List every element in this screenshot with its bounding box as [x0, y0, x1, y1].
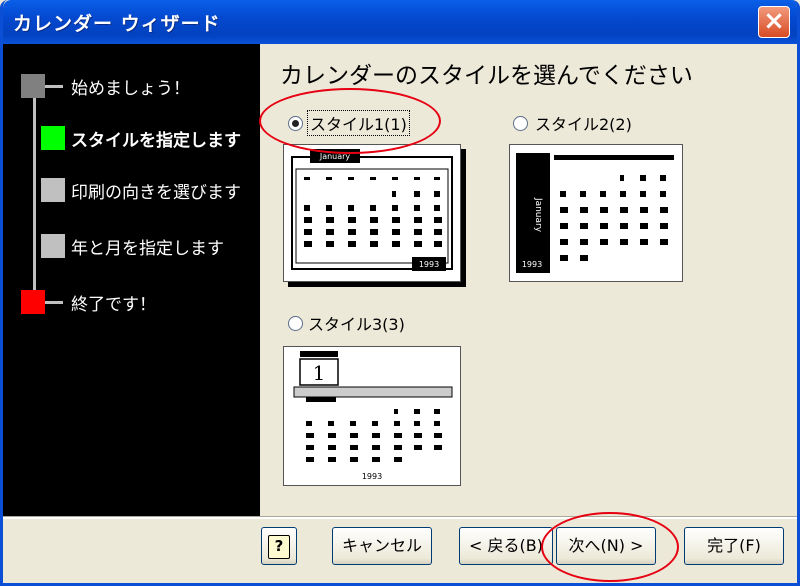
- step-indicator-pending: [41, 178, 65, 202]
- step-connector: [45, 301, 63, 304]
- step-label: 印刷の向きを選びます: [71, 183, 241, 203]
- style3-radio[interactable]: [288, 316, 303, 331]
- style3-year-label: 1993: [362, 472, 382, 481]
- style3-day-label: 1: [313, 361, 326, 385]
- style3-label[interactable]: スタイル3(3): [308, 311, 405, 335]
- style3-calendar-thumbnail: 1 1993: [293, 351, 453, 481]
- style1-year-label: 1993: [419, 260, 439, 269]
- style1-label[interactable]: スタイル1(1): [307, 110, 410, 136]
- style2-radio[interactable]: [513, 116, 528, 131]
- finish-button[interactable]: 完了(F): [684, 527, 784, 565]
- step-label: 終了です！: [71, 295, 156, 315]
- wizard-steps-panel: 始めましょう！ スタイルを指定します 印刷の向きを選びます 年と月を指定します …: [3, 44, 260, 516]
- style1-preview[interactable]: January 1993: [283, 144, 461, 282]
- help-button[interactable]: ?: [261, 527, 297, 565]
- style1-radio[interactable]: [288, 116, 303, 131]
- style-selection-panel: カレンダーのスタイルを選んでください スタイル1(1) スタイル2(2) スタイ…: [260, 44, 797, 516]
- step-indicator-pending: [41, 234, 65, 258]
- style2-label[interactable]: スタイル2(2): [535, 111, 632, 135]
- style2-year-label: 1993: [522, 260, 542, 269]
- step-indicator-finish: [21, 290, 45, 314]
- help-icon: ?: [268, 535, 290, 559]
- close-button[interactable]: ×: [758, 6, 790, 38]
- step-indicator-current: [41, 126, 65, 150]
- calendar-wizard-window: カレンダー ウィザード × 始めましょう！ スタイルを指定します 印刷の向きを選…: [0, 0, 800, 586]
- step-indicator-gray: [21, 74, 45, 98]
- step-connector: [45, 85, 63, 88]
- style2-preview[interactable]: January 1993: [509, 144, 683, 282]
- window-title: カレンダー ウィザード: [13, 13, 221, 35]
- step-label-current: スタイルを指定します: [71, 131, 241, 151]
- style2-month-label: January: [533, 197, 543, 233]
- title-bar[interactable]: カレンダー ウィザード ×: [3, 0, 797, 44]
- style1-month-label: January: [319, 152, 351, 161]
- back-button[interactable]: < 戻る(B): [459, 527, 553, 565]
- step-track-line: [33, 86, 36, 306]
- next-button[interactable]: 次へ(N) >: [556, 527, 656, 565]
- style2-calendar-thumbnail: January 1993: [516, 153, 674, 273]
- button-bar-separator: [3, 516, 797, 519]
- style3-preview[interactable]: 1 1993: [283, 346, 461, 486]
- style1-calendar-thumbnail: January 1993: [291, 149, 453, 271]
- cancel-button[interactable]: キャンセル: [332, 527, 432, 565]
- step-label: 始めましょう！: [71, 79, 190, 99]
- page-heading: カレンダーのスタイルを選んでください: [280, 63, 693, 89]
- step-label: 年と月を指定します: [71, 239, 224, 259]
